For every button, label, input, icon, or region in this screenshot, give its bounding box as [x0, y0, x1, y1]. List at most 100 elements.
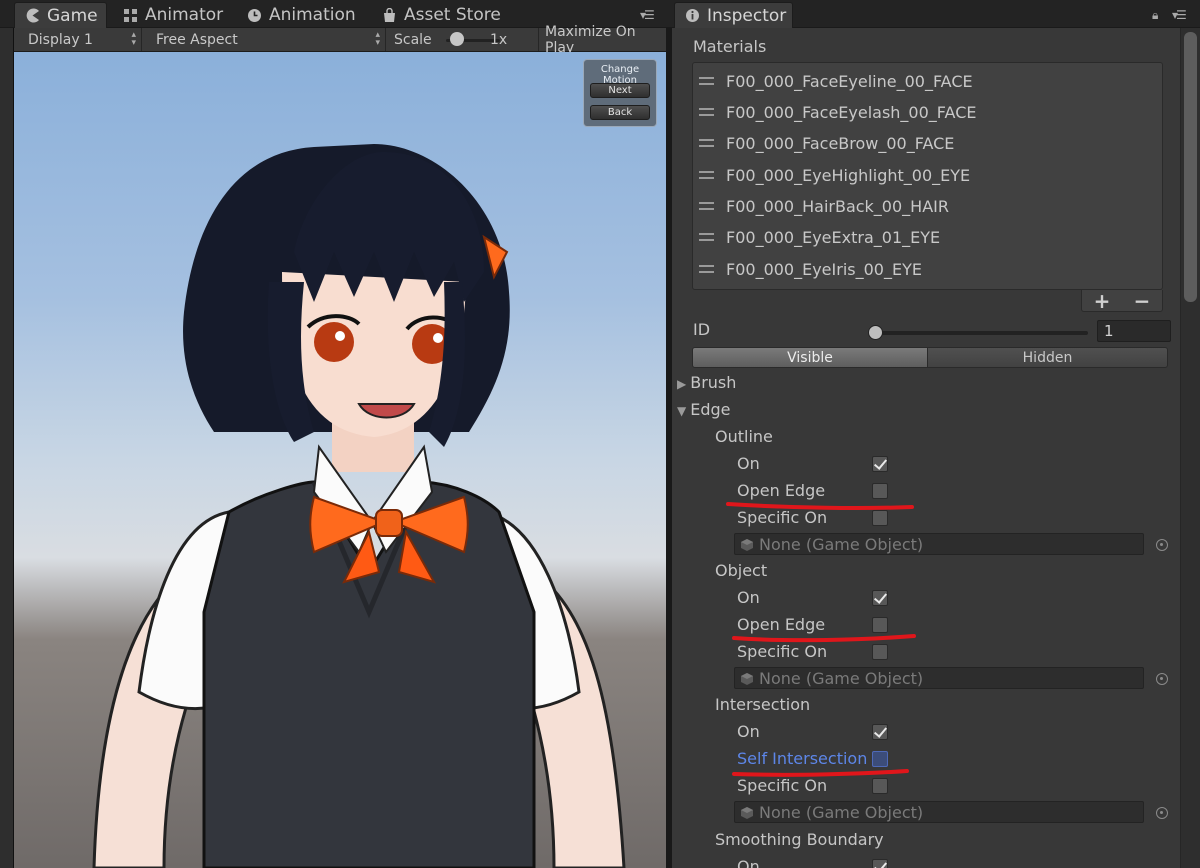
game-viewport[interactable]: Change Motion Next Back — [14, 52, 666, 868]
aspect-dropdown[interactable]: Free Aspect ▴ ▾ — [150, 28, 386, 51]
list-item[interactable]: F00_000_HairBack_00_HAIR — [699, 196, 949, 216]
edge-label: Edge — [690, 400, 731, 419]
list-item[interactable]: F00_000_EyeIris_00_EYE — [699, 259, 922, 279]
tab-animation[interactable]: Animation — [237, 2, 366, 28]
underline-self-intersection — [732, 769, 909, 777]
drag-handle-icon[interactable] — [699, 233, 714, 241]
brush-foldout[interactable]: ▶ Brush — [677, 373, 736, 392]
list-add-remove: + − — [1081, 289, 1163, 313]
object-field-value: None (Game Object) — [759, 534, 924, 554]
info-icon — [685, 8, 700, 23]
scale-slider-knob[interactable] — [450, 32, 464, 46]
hidden-toggle[interactable]: Hidden — [928, 347, 1168, 368]
list-item[interactable]: F00_000_EyeExtra_01_EYE — [699, 227, 940, 247]
list-item[interactable]: F00_000_EyeHighlight_00_EYE — [699, 165, 970, 185]
character-render — [92, 144, 626, 868]
id-label: ID — [693, 320, 711, 339]
self-intersection-checkbox[interactable] — [872, 751, 888, 767]
object-object-field[interactable]: None (Game Object) — [734, 667, 1144, 689]
drag-handle-icon[interactable] — [699, 265, 714, 273]
next-button[interactable]: Next — [590, 83, 650, 98]
drag-handle-icon[interactable] — [699, 108, 714, 116]
object-on-label: On — [737, 588, 760, 607]
object-picker-icon[interactable] — [1156, 673, 1168, 685]
smoothing-on-checkbox[interactable] — [872, 859, 888, 868]
outline-specific-on-label: Specific On — [737, 508, 828, 527]
drag-handle-icon[interactable] — [699, 139, 714, 147]
maximize-on-play-toggle[interactable]: Maximize On Play — [538, 24, 666, 56]
outline-open-edge-label: Open Edge — [737, 481, 826, 500]
materials-list: F00_000_FaceEyeline_00_FACE F00_000_Face… — [692, 62, 1163, 290]
gameobject-cube-icon — [740, 805, 754, 819]
object-field-value: None (Game Object) — [759, 802, 924, 822]
clock-icon — [247, 8, 262, 23]
tab-game-label: Game — [47, 5, 98, 26]
object-title: Object — [715, 561, 768, 580]
id-value-field[interactable]: 1 — [1097, 320, 1171, 342]
id-slider-track[interactable] — [870, 331, 1088, 335]
material-name: F00_000_FaceEyelash_00_FACE — [726, 102, 977, 122]
edge-foldout[interactable]: ▼ Edge — [677, 400, 731, 419]
intersection-specific-on-checkbox[interactable] — [872, 778, 888, 794]
visible-toggle[interactable]: Visible — [692, 347, 928, 368]
object-picker-icon[interactable] — [1156, 807, 1168, 819]
change-motion-panel: Change Motion Next Back — [583, 59, 657, 127]
drag-handle-icon[interactable] — [699, 202, 714, 210]
game-toolbar: Display 1 ▴ ▾ Free Aspect ▴ ▾ Scale 1x Max… — [14, 24, 666, 56]
underline-object-open-edge — [732, 634, 916, 643]
intersection-on-checkbox[interactable] — [872, 724, 888, 740]
outline-on-checkbox[interactable] — [872, 456, 888, 472]
object-picker-icon[interactable] — [1156, 539, 1168, 551]
materials-label: Materials — [693, 37, 767, 56]
list-item[interactable]: F00_000_FaceEyelash_00_FACE — [699, 102, 976, 122]
maximize-on-play-label: Maximize On Play — [545, 23, 636, 56]
inspector-menu-icon[interactable]: ▾☰ — [1172, 8, 1187, 22]
self-intersection-label: Self Intersection — [737, 749, 868, 768]
back-button[interactable]: Back — [590, 105, 650, 120]
lock-icon[interactable]: 🔒︎ — [1152, 8, 1159, 23]
object-on-checkbox[interactable] — [872, 590, 888, 606]
object-field-value: None (Game Object) — [759, 668, 924, 688]
tab-animator[interactable]: Animator — [113, 2, 233, 28]
outline-specific-on-checkbox[interactable] — [872, 510, 888, 526]
gameobject-cube-icon — [740, 671, 754, 685]
pacman-icon — [25, 8, 40, 23]
material-name: F00_000_HairBack_00_HAIR — [726, 196, 949, 216]
intersection-object-field[interactable]: None (Game Object) — [734, 801, 1144, 823]
object-specific-on-label: Specific On — [737, 642, 828, 661]
outline-title: Outline — [715, 427, 773, 446]
aspect-label: Free Aspect — [156, 31, 238, 48]
list-item[interactable]: F00_000_FaceEyeline_00_FACE — [699, 71, 973, 91]
smoothing-boundary-title: Smoothing Boundary — [715, 830, 884, 849]
outline-open-edge-checkbox[interactable] — [872, 483, 888, 499]
dropdown-arrows-icon: ▴ ▾ — [131, 30, 136, 48]
drag-handle-icon[interactable] — [699, 171, 714, 179]
material-name: F00_000_EyeIris_00_EYE — [726, 259, 922, 279]
left-panel-edge — [0, 28, 14, 868]
display-dropdown[interactable]: Display 1 ▴ ▾ — [14, 28, 142, 51]
list-item[interactable]: F00_000_FaceBrow_00_FACE — [699, 133, 954, 153]
display-label: Display 1 — [28, 31, 93, 48]
object-open-edge-checkbox[interactable] — [872, 617, 888, 633]
tab-animator-label: Animator — [145, 5, 224, 25]
scrollbar-thumb[interactable] — [1184, 32, 1197, 302]
minus-icon[interactable]: − — [1134, 289, 1151, 313]
tab-asset-store[interactable]: Asset Store — [372, 2, 511, 28]
plus-icon[interactable]: + — [1094, 289, 1111, 313]
intersection-specific-on-label: Specific On — [737, 776, 828, 795]
drag-handle-icon[interactable] — [699, 77, 714, 85]
store-bag-icon — [382, 7, 397, 23]
tab-menu-icon[interactable]: ▾☰ — [640, 8, 655, 22]
inspector-scrollbar[interactable] — [1180, 28, 1200, 868]
outline-object-field[interactable]: None (Game Object) — [734, 533, 1144, 555]
scale-label: Scale — [394, 32, 432, 48]
intersection-on-label: On — [737, 722, 760, 741]
tab-inspector-label: Inspector — [707, 5, 787, 26]
tab-inspector[interactable]: Inspector — [674, 2, 793, 28]
material-name: F00_000_EyeHighlight_00_EYE — [726, 165, 971, 185]
object-specific-on-checkbox[interactable] — [872, 644, 888, 660]
id-slider-knob[interactable] — [868, 325, 883, 340]
smoothing-on-label: On — [737, 857, 760, 868]
object-open-edge-label: Open Edge — [737, 615, 826, 634]
tab-game[interactable]: Game — [14, 2, 107, 28]
